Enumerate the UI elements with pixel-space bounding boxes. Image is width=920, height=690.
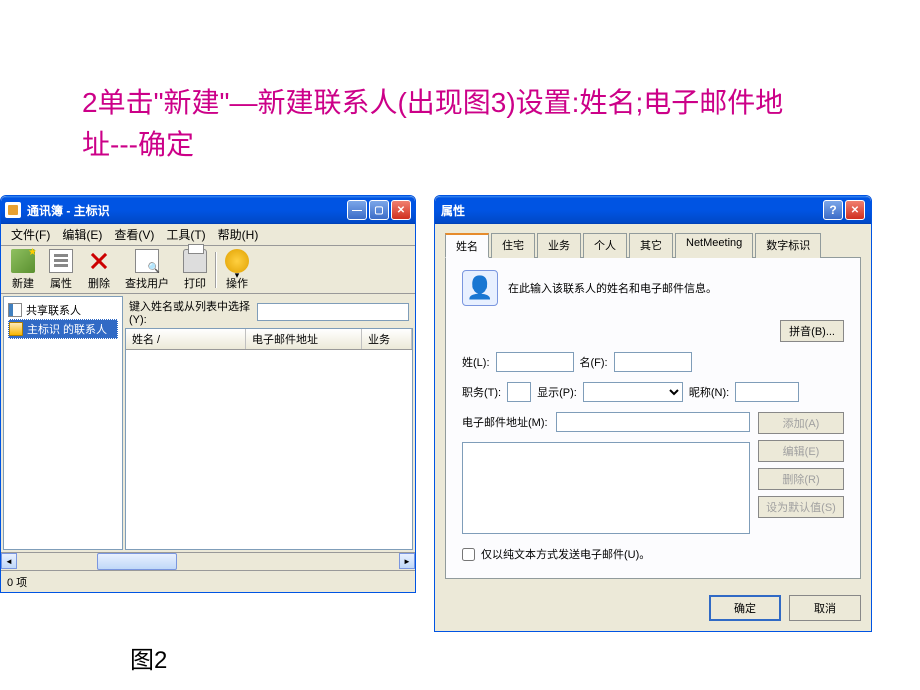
dialog-title: 属性 [441,202,823,219]
scroll-thumb[interactable] [97,553,177,570]
ok-button[interactable]: 确定 [709,595,781,621]
menubar: 文件(F) 编辑(E) 查看(V) 工具(T) 帮助(H) [1,224,415,246]
menu-tools[interactable]: 工具(T) [160,224,211,245]
info-text: 在此输入该联系人的姓名和电子邮件信息。 [508,280,717,296]
remove-button[interactable]: 删除(R) [758,468,844,490]
avatar-icon: 👤 [462,270,498,306]
maximize-button[interactable]: ▢ [369,200,389,220]
address-book-window: 通讯簿 - 主标识 — ▢ ✕ 文件(F) 编辑(E) 查看(V) 工具(T) … [0,195,416,593]
titlebar[interactable]: 通讯簿 - 主标识 — ▢ ✕ [1,196,415,224]
tab-business[interactable]: 业务 [537,233,581,258]
nickname-input[interactable] [735,382,799,402]
search-label: 键入姓名或从列表中选择(Y): [129,298,253,326]
close-button[interactable]: ✕ [391,200,411,220]
print-icon [183,249,207,273]
plaintext-checkbox[interactable] [462,548,475,561]
toolbar-separator [215,252,217,288]
nickname-label: 昵称(N): [689,384,729,400]
lastname-input[interactable] [496,352,574,372]
horizontal-scrollbar[interactable]: ◄ ► [1,552,415,570]
menu-help[interactable]: 帮助(H) [212,224,265,245]
toolbar: 新建 属性 删除 查找用户 打印 操作 [1,246,415,294]
delete-button[interactable]: 删除 [81,247,117,293]
tab-personal[interactable]: 个人 [583,233,627,258]
instruction-text: 2单击"新建"—新建联系人(出现图3)设置:姓名;电子邮件地址---确定 [82,82,802,166]
column-name[interactable]: 姓名 / [126,329,246,349]
scroll-left-button[interactable]: ◄ [1,553,17,569]
display-label: 显示(P): [537,384,577,400]
dialog-close-button[interactable]: ✕ [845,200,865,220]
add-button[interactable]: 添加(A) [758,412,844,434]
email-list[interactable] [462,442,750,534]
action-button[interactable]: 操作 [219,247,255,293]
tab-home[interactable]: 住宅 [491,233,535,258]
firstname-label: 名(F): [580,354,608,370]
title-label: 职务(T): [462,384,501,400]
column-biz[interactable]: 业务 [362,329,412,349]
tree-item-main[interactable]: 主标识 的联系人 [8,319,118,339]
find-button[interactable]: 查找用户 [119,247,175,293]
menu-view[interactable]: 查看(V) [108,224,160,245]
minimize-button[interactable]: — [347,200,367,220]
properties-icon [49,249,73,273]
firstname-input[interactable] [614,352,692,372]
title-input[interactable] [507,382,531,402]
delete-icon [87,249,111,273]
menu-edit[interactable]: 编辑(E) [56,224,108,245]
help-button[interactable]: ? [823,200,843,220]
tab-other[interactable]: 其它 [629,233,673,258]
properties-dialog: 属性 ? ✕ 姓名 住宅 业务 个人 其它 NetMeeting 数字标识 👤 … [434,195,872,632]
tab-digital[interactable]: 数字标识 [755,233,821,258]
new-button[interactable]: 新建 [5,247,41,293]
search-input[interactable] [257,303,409,321]
window-title: 通讯簿 - 主标识 [27,202,347,219]
scroll-right-button[interactable]: ► [399,553,415,569]
figure-caption: 图2 [130,640,167,675]
tab-row: 姓名 住宅 业务 个人 其它 NetMeeting 数字标识 [445,232,861,258]
tab-content: 👤 在此输入该联系人的姓名和电子邮件信息。 拼音(B)... 姓(L): 名(F… [445,258,861,579]
status-bar: 0 项 [1,570,415,592]
dialog-titlebar[interactable]: 属性 ? ✕ [435,196,871,224]
menu-file[interactable]: 文件(F) [5,224,56,245]
book-icon [8,303,22,317]
print-button[interactable]: 打印 [177,247,213,293]
action-icon [225,249,249,273]
set-default-button[interactable]: 设为默认值(S) [758,496,844,518]
tree-item-shared[interactable]: 共享联系人 [8,301,118,319]
sidebar-tree[interactable]: 共享联系人 主标识 的联系人 [3,296,123,550]
lastname-label: 姓(L): [462,354,490,370]
folder-icon [9,322,23,336]
search-row: 键入姓名或从列表中选择(Y): [125,296,413,328]
column-email[interactable]: 电子邮件地址 [246,329,362,349]
find-icon [135,249,159,273]
email-input[interactable] [556,412,750,432]
email-label: 电子邮件地址(M): [462,414,548,430]
tab-name[interactable]: 姓名 [445,233,489,258]
new-icon [11,249,35,273]
tab-netmeeting[interactable]: NetMeeting [675,233,753,258]
address-book-icon [5,202,21,218]
pinyin-button[interactable]: 拼音(B)... [780,320,844,342]
cancel-button[interactable]: 取消 [789,595,861,621]
plaintext-label[interactable]: 仅以纯文本方式发送电子邮件(U)。 [481,546,650,562]
display-select[interactable] [583,382,683,402]
contact-list[interactable]: 姓名 / 电子邮件地址 业务 [125,328,413,550]
properties-button[interactable]: 属性 [43,247,79,293]
edit-button[interactable]: 编辑(E) [758,440,844,462]
